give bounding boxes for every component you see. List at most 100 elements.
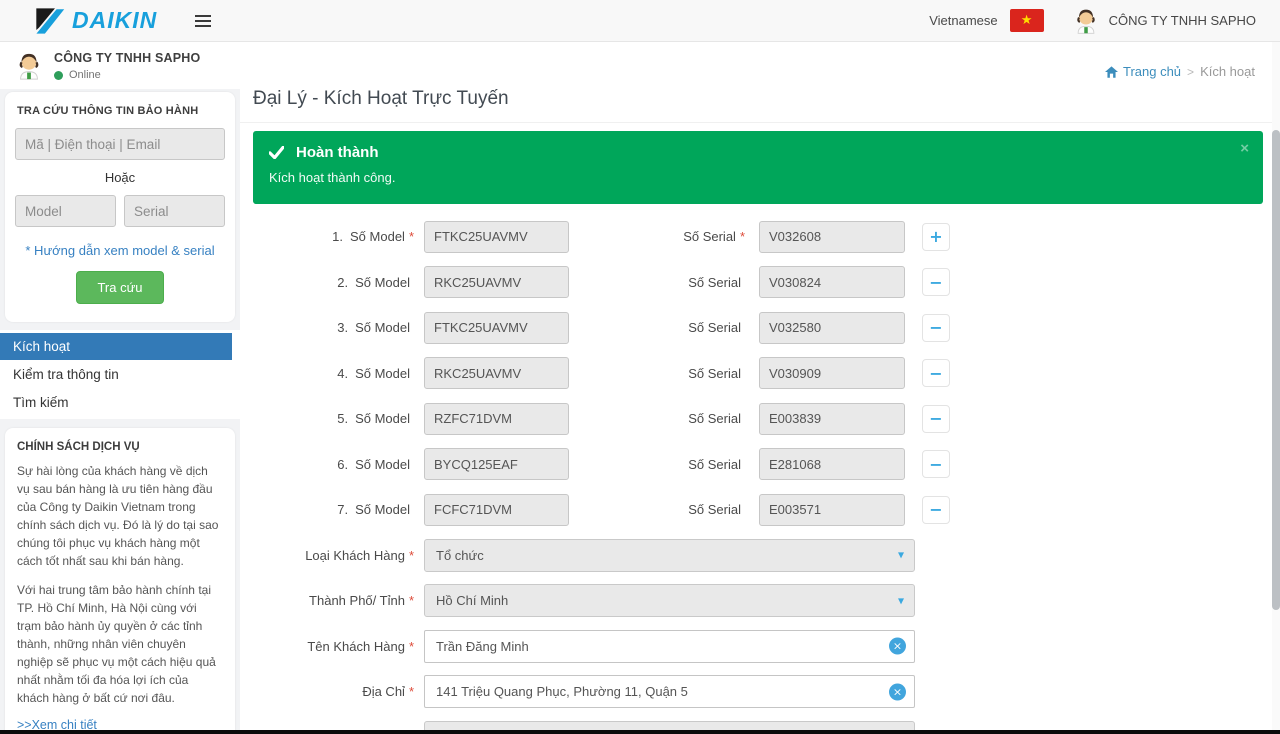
brand-text: DAIKIN bbox=[72, 7, 157, 34]
city-select[interactable]: Hồ Chí Minh ▾ bbox=[424, 584, 915, 617]
search-submit-button[interactable]: Tra cứu bbox=[76, 271, 163, 304]
header-user-menu[interactable]: CÔNG TY TNHH SAPHO bbox=[1072, 7, 1256, 35]
serial-input[interactable] bbox=[759, 403, 905, 435]
address-row: Địa Chỉ* × bbox=[253, 669, 1263, 715]
serial-input[interactable] bbox=[759, 312, 905, 344]
serial-label: Số Serial bbox=[569, 320, 759, 335]
model-serial-row: 4.Số Model Số Serial − bbox=[253, 351, 1263, 397]
sidebar-item-check-info[interactable]: Kiểm tra thông tin bbox=[0, 361, 240, 388]
chevron-down-icon: ▾ bbox=[898, 548, 904, 562]
clear-input-icon[interactable]: × bbox=[889, 638, 906, 655]
main-content: Trang chủ > Kích hoạt Đại Lý - Kích Hoạt… bbox=[240, 42, 1272, 734]
user-avatar-icon bbox=[1072, 7, 1100, 35]
remove-row-button[interactable]: − bbox=[922, 268, 950, 296]
vietnam-flag-icon[interactable]: ★ bbox=[1010, 9, 1044, 32]
serial-label: Số Serial bbox=[569, 502, 759, 517]
policy-paragraph: Sự hài lòng của khách hàng về dịch vụ sa… bbox=[17, 462, 223, 570]
remove-row-button[interactable]: − bbox=[922, 359, 950, 387]
model-serial-row: 5.Số Model Số Serial − bbox=[253, 396, 1263, 442]
model-input[interactable] bbox=[424, 312, 569, 344]
check-icon bbox=[269, 146, 284, 159]
add-row-button[interactable]: + bbox=[922, 223, 950, 251]
model-input[interactable] bbox=[424, 221, 569, 253]
sidebar-item-search[interactable]: Tìm kiếm bbox=[0, 389, 240, 416]
daikin-logo-mark bbox=[30, 6, 66, 36]
model-serial-guide-link[interactable]: * Hướng dẫn xem model & serial bbox=[15, 243, 225, 258]
remove-row-button[interactable]: − bbox=[922, 405, 950, 433]
search-card-title: TRA CỨU THÔNG TIN BẢO HÀNH bbox=[17, 105, 225, 117]
city-row: Thành Phố/ Tỉnh* Hồ Chí Minh ▾ bbox=[253, 578, 1263, 624]
minus-icon: − bbox=[929, 409, 942, 428]
alert-title-row: Hoàn thành bbox=[269, 144, 1247, 161]
row-number: 4. bbox=[337, 366, 348, 381]
sidebar: CÔNG TY TNHH SAPHO Online TRA CỨU THÔNG … bbox=[0, 42, 240, 734]
page-scrollbar-thumb[interactable] bbox=[1272, 130, 1280, 610]
model-label: 3.Số Model bbox=[253, 320, 414, 335]
menu-toggle-icon[interactable] bbox=[195, 15, 211, 27]
serial-input[interactable] bbox=[759, 266, 905, 298]
close-icon[interactable]: × bbox=[1240, 141, 1249, 156]
page-scrollbar-track[interactable] bbox=[1272, 42, 1280, 734]
breadcrumb: Trang chủ > Kích hoạt bbox=[1105, 64, 1255, 79]
serial-label: Số Serial bbox=[569, 275, 759, 290]
model-input[interactable] bbox=[424, 494, 569, 526]
minus-icon: − bbox=[929, 273, 942, 292]
model-label: 7.Số Model bbox=[253, 502, 414, 517]
sidebar-user-panel: CÔNG TY TNHH SAPHO Online bbox=[0, 42, 240, 89]
remove-row-button[interactable]: − bbox=[922, 496, 950, 524]
breadcrumb-home-link[interactable]: Trang chủ bbox=[1105, 64, 1181, 79]
online-status-dot bbox=[54, 71, 63, 80]
row-number: 7. bbox=[337, 502, 348, 517]
model-serial-inputs bbox=[15, 195, 225, 227]
alert-title: Hoàn thành bbox=[296, 144, 379, 161]
row-number: 5. bbox=[337, 411, 348, 426]
serial-input[interactable] bbox=[759, 357, 905, 389]
customer-type-value: Tổ chức bbox=[436, 548, 484, 563]
header-user-name: CÔNG TY TNHH SAPHO bbox=[1109, 13, 1256, 28]
model-input[interactable] bbox=[424, 403, 569, 435]
warranty-search-card: TRA CỨU THÔNG TIN BẢO HÀNH Hoặc * Hướng … bbox=[5, 92, 235, 322]
customer-name-field: × bbox=[424, 630, 915, 663]
sidebar-item-activate[interactable]: Kích hoạt bbox=[0, 333, 232, 360]
serial-input[interactable] bbox=[759, 494, 905, 526]
service-policy-card: CHÍNH SÁCH DỊCH VỤ Sự hài lòng của khách… bbox=[5, 428, 235, 734]
model-input[interactable] bbox=[424, 357, 569, 389]
required-asterisk: * bbox=[409, 684, 414, 699]
model-label: 4.Số Model bbox=[253, 366, 414, 381]
code-phone-email-input[interactable] bbox=[15, 128, 225, 160]
serial-input[interactable] bbox=[759, 448, 905, 480]
minus-icon: − bbox=[929, 364, 942, 383]
language-label[interactable]: Vietnamese bbox=[929, 13, 997, 28]
model-serial-row: 1.Số Model* Số Serial* + bbox=[253, 214, 1263, 260]
serial-input[interactable] bbox=[759, 221, 905, 253]
row-number: 2. bbox=[337, 275, 348, 290]
address-input[interactable] bbox=[424, 675, 915, 708]
model-serial-row: 6.Số Model Số Serial − bbox=[253, 442, 1263, 488]
model-search-input[interactable] bbox=[15, 195, 116, 227]
customer-name-input[interactable] bbox=[424, 630, 915, 663]
customer-name-label: Tên Khách Hàng* bbox=[253, 639, 414, 654]
breadcrumb-current: Kích hoạt bbox=[1200, 64, 1255, 79]
sidebar-menu: Kích hoạt Kiểm tra thông tin Tìm kiếm bbox=[0, 330, 240, 419]
clear-input-icon[interactable]: × bbox=[889, 683, 906, 700]
required-asterisk: * bbox=[409, 229, 414, 244]
model-input[interactable] bbox=[424, 448, 569, 480]
remove-row-button[interactable]: − bbox=[922, 314, 950, 342]
customer-type-label: Loại Khách Hàng* bbox=[253, 548, 414, 563]
breadcrumb-separator: > bbox=[1187, 65, 1194, 79]
remove-row-button[interactable]: − bbox=[922, 450, 950, 478]
sidebar-user-meta: CÔNG TY TNHH SAPHO Online bbox=[54, 51, 200, 81]
model-label: 5.Số Model bbox=[253, 411, 414, 426]
activation-form: 1.Số Model* Số Serial* + 2.Số Model Số S… bbox=[253, 214, 1263, 734]
top-bar: DAIKIN Vietnamese ★ CÔNG TY TNHH SAPHO bbox=[0, 0, 1280, 42]
home-icon bbox=[1105, 66, 1118, 78]
model-input[interactable] bbox=[424, 266, 569, 298]
minus-icon: − bbox=[929, 455, 942, 474]
model-label: 2.Số Model bbox=[253, 275, 414, 290]
success-alert: Hoàn thành Kích hoạt thành công. × bbox=[253, 131, 1263, 204]
model-serial-row: 7.Số Model Số Serial − bbox=[253, 487, 1263, 533]
row-number: 3. bbox=[337, 320, 348, 335]
customer-type-select[interactable]: Tổ chức ▾ bbox=[424, 539, 915, 572]
serial-search-input[interactable] bbox=[124, 195, 225, 227]
user-avatar-icon bbox=[14, 51, 44, 81]
